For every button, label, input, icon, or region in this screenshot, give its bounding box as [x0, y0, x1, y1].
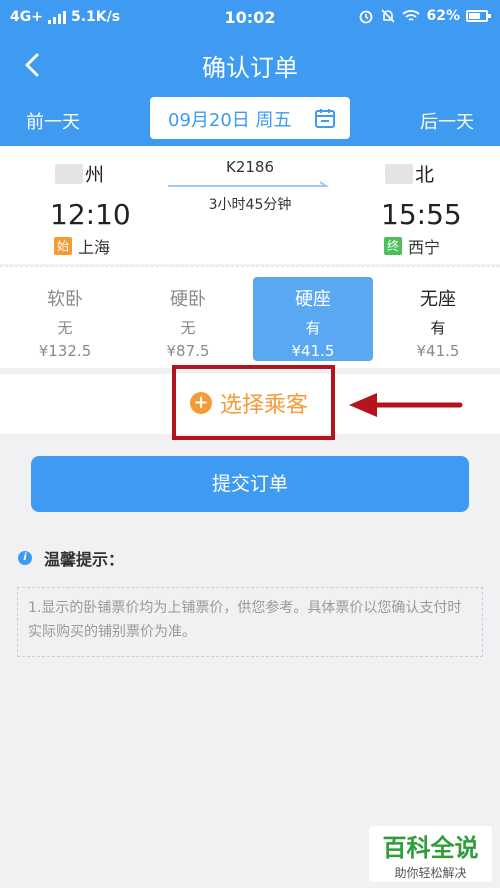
- info-icon: i: [18, 551, 32, 565]
- highlight-box: + 选择乘客: [172, 365, 335, 440]
- tips-box: 1.显示的卧铺票价均为上铺票价，供您参考。具体票价以您确认支付时实际购买的铺别票…: [17, 587, 483, 657]
- departure-station: 始 上海: [54, 234, 110, 258]
- battery-percent: 62%: [426, 8, 460, 24]
- arrival-station-name: 西宁: [408, 238, 441, 257]
- seat-price: ¥87.5: [166, 342, 210, 360]
- seat-option-soft-sleeper[interactable]: 软卧 无 ¥132.5: [5, 277, 125, 361]
- seat-option-hard-sleeper[interactable]: 硬卧 无 ¥87.5: [128, 277, 248, 361]
- seat-price: ¥41.5: [291, 342, 335, 360]
- tips-text: 1.显示的卧铺票价均为上铺票价，供您参考。具体票价以您确认支付时实际购买的铺别票…: [28, 600, 462, 640]
- redacted-text: [385, 164, 413, 184]
- battery-icon: [466, 10, 491, 22]
- annotation-arrow-icon: [349, 393, 463, 417]
- watermark-title: 百科全说: [382, 834, 479, 862]
- origin-tag: 始: [54, 237, 72, 255]
- terminal-tag: 终: [384, 237, 402, 255]
- page-title: 确认订单: [202, 54, 298, 82]
- departure-station-name: 上海: [78, 238, 111, 257]
- seat-option-hard-seat[interactable]: 硬座 有 ¥41.5: [253, 277, 373, 361]
- calendar-icon: [315, 109, 335, 128]
- submit-order-button[interactable]: 提交订单: [31, 456, 469, 512]
- status-icons: 62%: [358, 8, 491, 24]
- watermark-subtitle: 助你轻松解决: [394, 866, 467, 880]
- choose-passenger-label: 选择乘客: [220, 393, 309, 418]
- seat-price: ¥41.5: [416, 342, 460, 360]
- date-picker[interactable]: 09月20日 周五: [150, 97, 350, 139]
- seat-name: 无座: [420, 289, 456, 310]
- seat-price: ¥132.5: [38, 342, 92, 360]
- watermark-logo: 百科全说 助你轻松解决: [369, 826, 492, 882]
- tips-title: 温馨提示：: [44, 550, 125, 569]
- seat-option-no-seat[interactable]: 无座 有 ¥41.5: [378, 277, 498, 361]
- alarm-icon: [360, 10, 373, 24]
- arrival-time: 15:55: [381, 198, 462, 231]
- seat-name: 硬卧: [170, 289, 206, 310]
- tips-header: i 温馨提示：: [18, 546, 124, 570]
- seat-availability: 有: [305, 319, 321, 337]
- choose-passenger-button[interactable]: + 选择乘客: [190, 387, 308, 419]
- date-label: 09月20日 周五: [168, 110, 292, 131]
- seat-name: 软卧: [47, 289, 83, 310]
- seat-type-selector: 软卧 无 ¥132.5 硬卧 无 ¥87.5 硬座 有 ¥41.5 无座 有 ¥…: [0, 266, 500, 368]
- seat-availability: 无: [180, 319, 196, 337]
- seat-name: 硬座: [295, 289, 331, 310]
- next-day-button[interactable]: 后一天: [420, 108, 474, 134]
- app-header: 确认订单: [0, 36, 500, 94]
- wifi-icon: [402, 10, 421, 21]
- mute-bell-icon: [381, 9, 396, 23]
- route-arrow-icon: [168, 181, 330, 187]
- plus-icon: +: [190, 392, 212, 414]
- prev-day-button[interactable]: 前一天: [26, 108, 80, 134]
- train-info-card: 州 K2186 3小时45分钟 北 12:10 15:55 始 上海 终 西宁: [0, 146, 500, 264]
- seat-availability: 有: [430, 319, 446, 337]
- date-bar: 前一天 09月20日 周五 后一天: [0, 94, 500, 146]
- departure-time: 12:10: [50, 198, 131, 231]
- arrival-city: 北: [385, 160, 434, 187]
- status-bar: 4G+ 5.1K/s 10:02 62%: [0, 0, 500, 36]
- seat-availability: 无: [57, 319, 73, 337]
- arrival-station: 终 西宁: [384, 234, 440, 258]
